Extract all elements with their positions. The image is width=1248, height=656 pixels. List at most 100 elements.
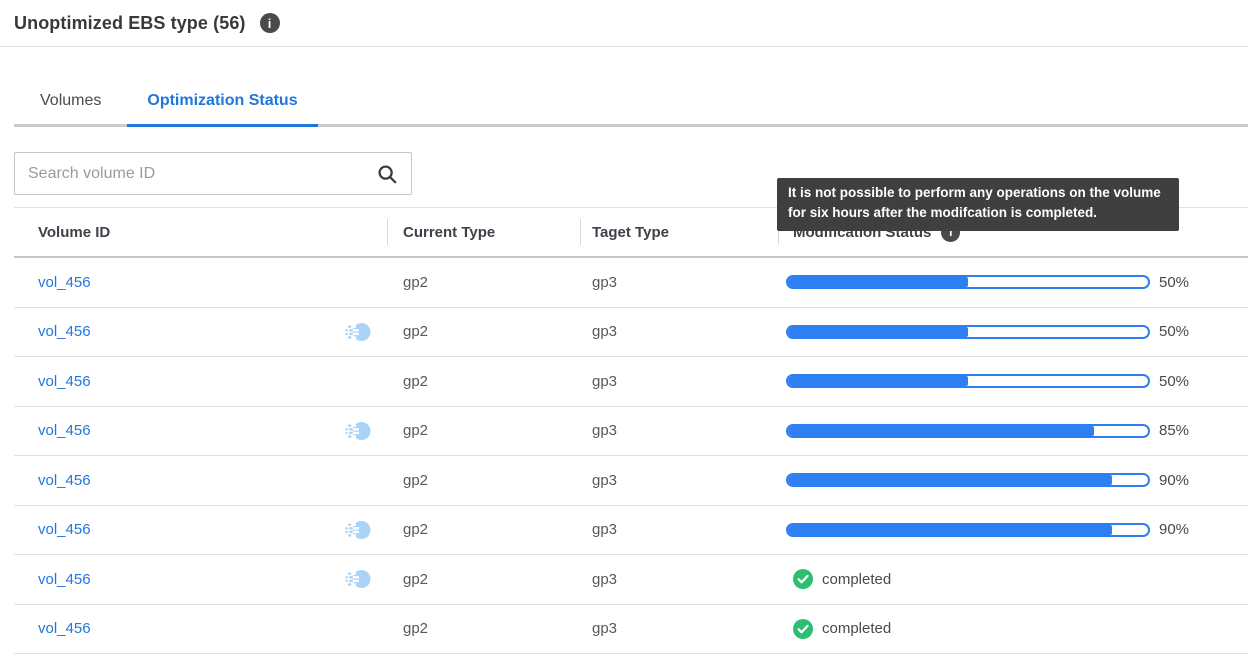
current-type-value: gp2	[403, 521, 428, 538]
column-header-current-type-label: Current Type	[403, 224, 495, 241]
target-type-cell: gp3	[580, 571, 778, 588]
progress-status: 90%	[786, 521, 1189, 538]
progress-status: 90%	[786, 472, 1189, 489]
current-type-value: gp2	[403, 274, 428, 291]
modification-status-cell: 50%	[778, 373, 1248, 390]
progress-bar	[786, 523, 1150, 537]
current-type-value: gp2	[403, 373, 428, 390]
target-type-value: gp3	[592, 274, 617, 291]
volume-id-link[interactable]: vol_456	[38, 422, 91, 439]
tab-optimization-status-label: Optimization Status	[147, 92, 297, 109]
progress-percent-label: 50%	[1159, 323, 1189, 340]
progress-percent-label: 90%	[1159, 472, 1189, 489]
target-type-value: gp3	[592, 323, 617, 340]
volume-id-link[interactable]: vol_456	[38, 323, 91, 340]
progress-bar	[786, 325, 1150, 339]
volume-id-link[interactable]: vol_456	[38, 521, 91, 538]
modification-status-cell: 90%	[778, 472, 1248, 489]
progress-fill	[788, 426, 1094, 436]
progress-status: 50%	[786, 323, 1189, 340]
progress-bar	[786, 374, 1150, 388]
modification-status-tooltip: It is not possible to perform any operat…	[777, 178, 1179, 231]
target-type-cell: gp3	[580, 472, 778, 489]
table-row: vol_456	[14, 506, 1248, 556]
volume-id-link[interactable]: vol_456	[38, 571, 91, 588]
table-row: vol_456	[14, 456, 1248, 506]
progress-bar	[786, 424, 1150, 438]
progress-fill	[788, 277, 968, 287]
table-body: vol_456	[14, 258, 1248, 654]
progress-fill	[788, 525, 1112, 535]
current-type-cell: gp2	[387, 323, 580, 340]
completed-status: completed	[793, 569, 891, 589]
target-type-value: gp3	[592, 521, 617, 538]
title-info-icon[interactable]: i	[260, 13, 280, 33]
tab-volumes[interactable]: Volumes	[14, 85, 127, 127]
volume-id-cell: vol_456	[14, 369, 387, 393]
current-type-cell: gp2	[387, 422, 580, 439]
progress-percent-label: 90%	[1159, 521, 1189, 538]
volume-id-cell: vol_456	[14, 518, 387, 542]
progress-fill	[788, 475, 1112, 485]
target-type-value: gp3	[592, 373, 617, 390]
volumes-table: Volume ID Current Type Taget Type Modifi…	[14, 207, 1248, 654]
fast-transfer-icon	[345, 567, 371, 591]
current-type-cell: gp2	[387, 620, 580, 637]
tab-optimization-status[interactable]: Optimization Status	[127, 85, 317, 127]
target-type-value: gp3	[592, 422, 617, 439]
target-type-cell: gp3	[580, 274, 778, 291]
column-header-volume-id-label: Volume ID	[38, 224, 110, 241]
progress-fill	[788, 376, 968, 386]
volume-id-cell: vol_456	[14, 419, 387, 443]
fast-transfer-icon	[345, 419, 371, 443]
table-row: vol_456	[14, 258, 1248, 308]
table-row: vol_456	[14, 357, 1248, 407]
table-row: vol_456	[14, 308, 1248, 358]
column-header-current-type: Current Type	[387, 208, 580, 256]
target-type-cell: gp3	[580, 422, 778, 439]
page: Unoptimized EBS type (56) i Volumes Opti…	[0, 0, 1248, 656]
current-type-cell: gp2	[387, 521, 580, 538]
target-type-value: gp3	[592, 620, 617, 637]
progress-percent-label: 50%	[1159, 274, 1189, 291]
volume-id-link[interactable]: vol_456	[38, 620, 91, 637]
volume-id-link[interactable]: vol_456	[38, 274, 91, 291]
search-input[interactable]	[15, 153, 411, 194]
volume-id-link[interactable]: vol_456	[38, 472, 91, 489]
modification-status-cell: 50%	[778, 274, 1248, 291]
column-header-volume-id: Volume ID	[14, 208, 387, 256]
current-type-cell: gp2	[387, 274, 580, 291]
search-box	[14, 152, 412, 195]
progress-percent-label: 85%	[1159, 422, 1189, 439]
volume-id-cell: vol_456	[14, 617, 387, 641]
fast-transfer-icon	[345, 518, 371, 542]
volume-id-cell: vol_456	[14, 270, 387, 294]
completed-label: completed	[822, 620, 891, 637]
fast-transfer-icon	[345, 320, 371, 344]
progress-bar	[786, 473, 1150, 487]
check-circle-icon	[793, 569, 813, 589]
current-type-cell: gp2	[387, 571, 580, 588]
current-type-cell: gp2	[387, 472, 580, 489]
target-type-value: gp3	[592, 472, 617, 489]
progress-bar	[786, 275, 1150, 289]
tab-volumes-label: Volumes	[40, 92, 101, 109]
current-type-value: gp2	[403, 472, 428, 489]
volume-id-link[interactable]: vol_456	[38, 373, 91, 390]
completed-status: completed	[793, 619, 891, 639]
current-type-value: gp2	[403, 323, 428, 340]
volume-id-cell: vol_456	[14, 320, 387, 344]
target-type-cell: gp3	[580, 323, 778, 340]
modification-status-cell: 50%	[778, 323, 1248, 340]
progress-status: 50%	[786, 274, 1189, 291]
progress-percent-label: 50%	[1159, 373, 1189, 390]
current-type-value: gp2	[403, 571, 428, 588]
table-row: vol_456	[14, 605, 1248, 655]
search-icon[interactable]	[376, 163, 398, 185]
completed-label: completed	[822, 571, 891, 588]
current-type-value: gp2	[403, 422, 428, 439]
tab-bar: Volumes Optimization Status	[0, 85, 1248, 127]
modification-status-cell: 90%	[778, 521, 1248, 538]
target-type-cell: gp3	[580, 521, 778, 538]
table-row: vol_456	[14, 407, 1248, 457]
